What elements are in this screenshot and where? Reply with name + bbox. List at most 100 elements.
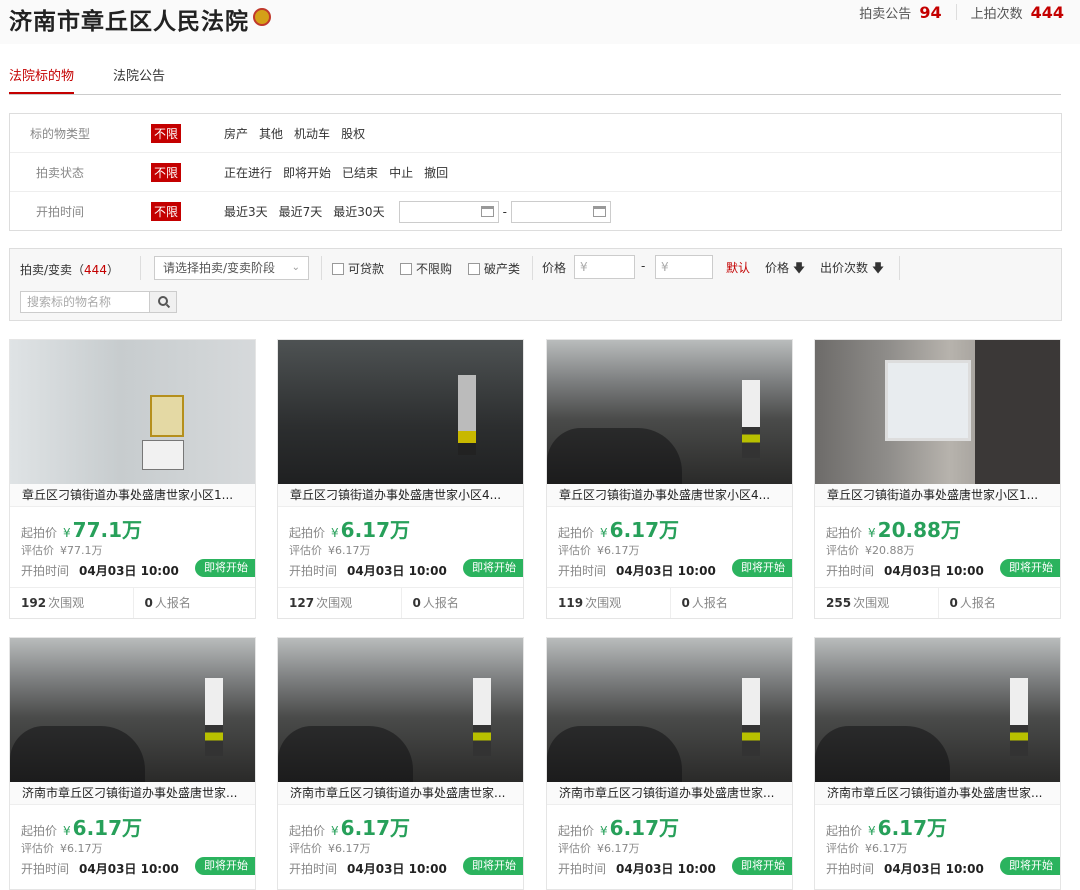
card-title[interactable]: 济南市章丘区刁镇街道办事处盛唐世家...	[815, 782, 1060, 805]
status-badge: 即将开始	[732, 559, 792, 577]
start-price-label: 起拍价	[826, 526, 863, 540]
start-time-label: 开拍时间	[558, 862, 607, 876]
filter-option-last-3-days[interactable]: 最近3天	[224, 203, 268, 220]
filter-option-last-30-days[interactable]: 最近30天	[333, 203, 384, 220]
start-price-value: ¥6.17万	[331, 812, 410, 841]
auction-card[interactable]: 章丘区刁镇街道办事处盛唐世家小区4... 起拍价 ¥6.17万 评估价 ¥6.17万 开拍…	[277, 339, 524, 619]
filter-option-ended[interactable]: 已结束	[342, 164, 378, 181]
toolbar-divider	[321, 256, 322, 280]
price-max-input[interactable]: ¥	[655, 255, 713, 279]
card-title[interactable]: 章丘区刁镇街道办事处盛唐世家小区1...	[10, 484, 255, 507]
price-filter-label: 价格	[542, 261, 567, 275]
start-time-label: 开拍时间	[826, 564, 875, 578]
price-amount: 20.88万	[877, 518, 961, 542]
end-date-input[interactable]	[510, 200, 611, 223]
checkbox-loan-available[interactable]: 可贷款	[332, 260, 384, 277]
start-price-value: ¥6.17万	[331, 514, 410, 543]
filter-option-suspended[interactable]: 中止	[389, 164, 413, 181]
parking-car-photo[interactable]	[547, 340, 792, 484]
start-time-row: 开拍时间 04月03日 10:00	[289, 860, 447, 877]
notice-count-label[interactable]: 拍卖公告	[859, 3, 911, 22]
start-time-row: 开拍时间 04月03日 10:00	[826, 860, 984, 877]
calendar-icon[interactable]	[480, 206, 494, 217]
card-title[interactable]: 章丘区刁镇街道办事处盛唐世家小区4...	[278, 484, 523, 507]
filter-option-upcoming[interactable]: 即将开始	[283, 164, 331, 181]
toolbar-divider	[899, 256, 900, 280]
start-price-value: ¥77.1万	[63, 514, 142, 543]
filter-option-equity[interactable]: 股权	[341, 125, 365, 142]
auction-card[interactable]: 章丘区刁镇街道办事处盛唐世家小区1... 起拍价 ¥77.1万 评估价 ¥77.1万 开拍…	[9, 339, 256, 619]
start-price-value: ¥6.17万	[600, 812, 679, 841]
start-price-label: 起拍价	[558, 526, 595, 540]
view-count-label: 次围观	[316, 596, 353, 610]
checkbox-label: 不限购	[416, 262, 453, 276]
signup-count-value: 0	[949, 596, 958, 610]
parking-car-photo[interactable]	[547, 638, 792, 782]
start-price-value: ¥6.17万	[600, 514, 679, 543]
auction-card[interactable]: 章丘区刁镇街道办事处盛唐世家小区1... 起拍价 ¥20.88万 评估价 ¥20.88万…	[814, 339, 1061, 619]
price-min-input[interactable]: ¥	[574, 255, 635, 279]
view-count-label: 次围观	[585, 596, 622, 610]
card-footer: 192 次围观 0 人报名	[10, 587, 255, 618]
auction-card[interactable]: 济南市章丘区刁镇街道办事处盛唐世家... 起拍价 ¥6.17万 评估价 ¥6.17万 开拍…	[277, 637, 524, 890]
parking-car-photo[interactable]	[278, 638, 523, 782]
item-search-input[interactable]: 搜索标的物名称	[20, 291, 150, 313]
tab-court-notices[interactable]: 法院公告	[113, 66, 165, 94]
filter-unlimited-auction-status[interactable]: 不限	[151, 162, 182, 182]
filter-option-withdrawn[interactable]: 撤回	[424, 164, 448, 181]
parking-car-photo[interactable]	[815, 638, 1060, 782]
checkbox-no-purchase-limit[interactable]: 不限购	[400, 260, 452, 277]
checkbox-icon[interactable]	[332, 262, 344, 275]
checkbox-bankruptcy[interactable]: 破产类	[468, 260, 520, 277]
start-time-row: 开拍时间 04月03日 10:00	[558, 860, 716, 877]
filter-option-other[interactable]: 其他	[259, 125, 283, 142]
filter-option-ongoing[interactable]: 正在进行	[224, 164, 272, 181]
auction-card[interactable]: 济南市章丘区刁镇街道办事处盛唐世家... 起拍价 ¥6.17万 评估价 ¥6.17万 开拍…	[546, 637, 793, 890]
gas-meter-photo[interactable]	[10, 340, 255, 484]
filter-unlimited-item-type[interactable]: 不限	[151, 123, 182, 143]
start-time-label: 开拍时间	[21, 862, 70, 876]
sort-price-label: 价格	[765, 261, 790, 275]
notice-count-value[interactable]: 94	[919, 3, 941, 22]
auction-stage-select[interactable]: 请选择拍卖/变卖阶段 ⌄	[154, 256, 309, 280]
currency-symbol: ¥	[868, 526, 876, 540]
card-title[interactable]: 章丘区刁镇街道办事处盛唐世家小区4...	[547, 484, 792, 507]
filter-option-last-7-days[interactable]: 最近7天	[279, 203, 323, 220]
filter-option-house[interactable]: 房产	[224, 125, 248, 142]
auction-card[interactable]: 济南市章丘区刁镇街道办事处盛唐世家... 起拍价 ¥6.17万 评估价 ¥6.17万 开拍…	[9, 637, 256, 890]
sort-by-bids[interactable]: 出价次数 🡇	[820, 259, 884, 280]
sort-default[interactable]: 默认	[726, 259, 750, 276]
filter-option-vehicle[interactable]: 机动车	[294, 125, 330, 142]
interior-room-photo[interactable]	[815, 340, 1060, 484]
view-count-value: 119	[558, 596, 584, 610]
card-title[interactable]: 济南市章丘区刁镇街道办事处盛唐世家...	[278, 782, 523, 805]
card-title[interactable]: 章丘区刁镇街道办事处盛唐世家小区1...	[815, 484, 1060, 507]
start-time-value: 04月03日 10:00	[616, 564, 716, 578]
eval-price-row: 评估价 ¥6.17万	[21, 840, 103, 856]
toolbar-divider	[532, 256, 533, 280]
auction-card[interactable]: 济南市章丘区刁镇街道办事处盛唐世家... 起拍价 ¥6.17万 评估价 ¥6.17万 开拍…	[814, 637, 1061, 890]
filter-unlimited-start-time[interactable]: 不限	[151, 202, 182, 221]
signup-count: 0 人报名	[937, 588, 1061, 618]
eval-price-label: 评估价	[558, 544, 591, 557]
arrow-down-icon: 🡇	[792, 261, 806, 275]
card-title[interactable]: 济南市章丘区刁镇街道办事处盛唐世家...	[547, 782, 792, 805]
card-footer: 127 次围观 0 人报名	[278, 587, 523, 618]
search-button[interactable]	[149, 291, 177, 313]
card-title[interactable]: 济南市章丘区刁镇街道办事处盛唐世家...	[10, 782, 255, 805]
price-amount: 6.17万	[72, 816, 143, 840]
checkbox-icon[interactable]	[400, 262, 412, 275]
underground-garage-photo[interactable]	[278, 340, 523, 484]
start-time-value: 04月03日 10:00	[884, 564, 984, 578]
view-count: 119 次围观	[547, 588, 670, 618]
auction-type-count: 444	[84, 263, 107, 277]
auction-card[interactable]: 章丘区刁镇街道办事处盛唐世家小区4... 起拍价 ¥6.17万 评估价 ¥6.17万 开拍…	[546, 339, 793, 619]
sort-by-price[interactable]: 价格 🡇	[765, 259, 805, 280]
view-count-label: 次围观	[48, 596, 85, 610]
calendar-icon[interactable]	[592, 206, 606, 217]
tab-court-items[interactable]: 法院标的物	[9, 66, 75, 94]
checkbox-icon[interactable]	[468, 262, 480, 275]
start-date-input[interactable]	[398, 200, 499, 223]
parking-car-photo[interactable]	[10, 638, 255, 782]
auction-type-label: 拍卖/变卖（444）	[20, 261, 119, 278]
